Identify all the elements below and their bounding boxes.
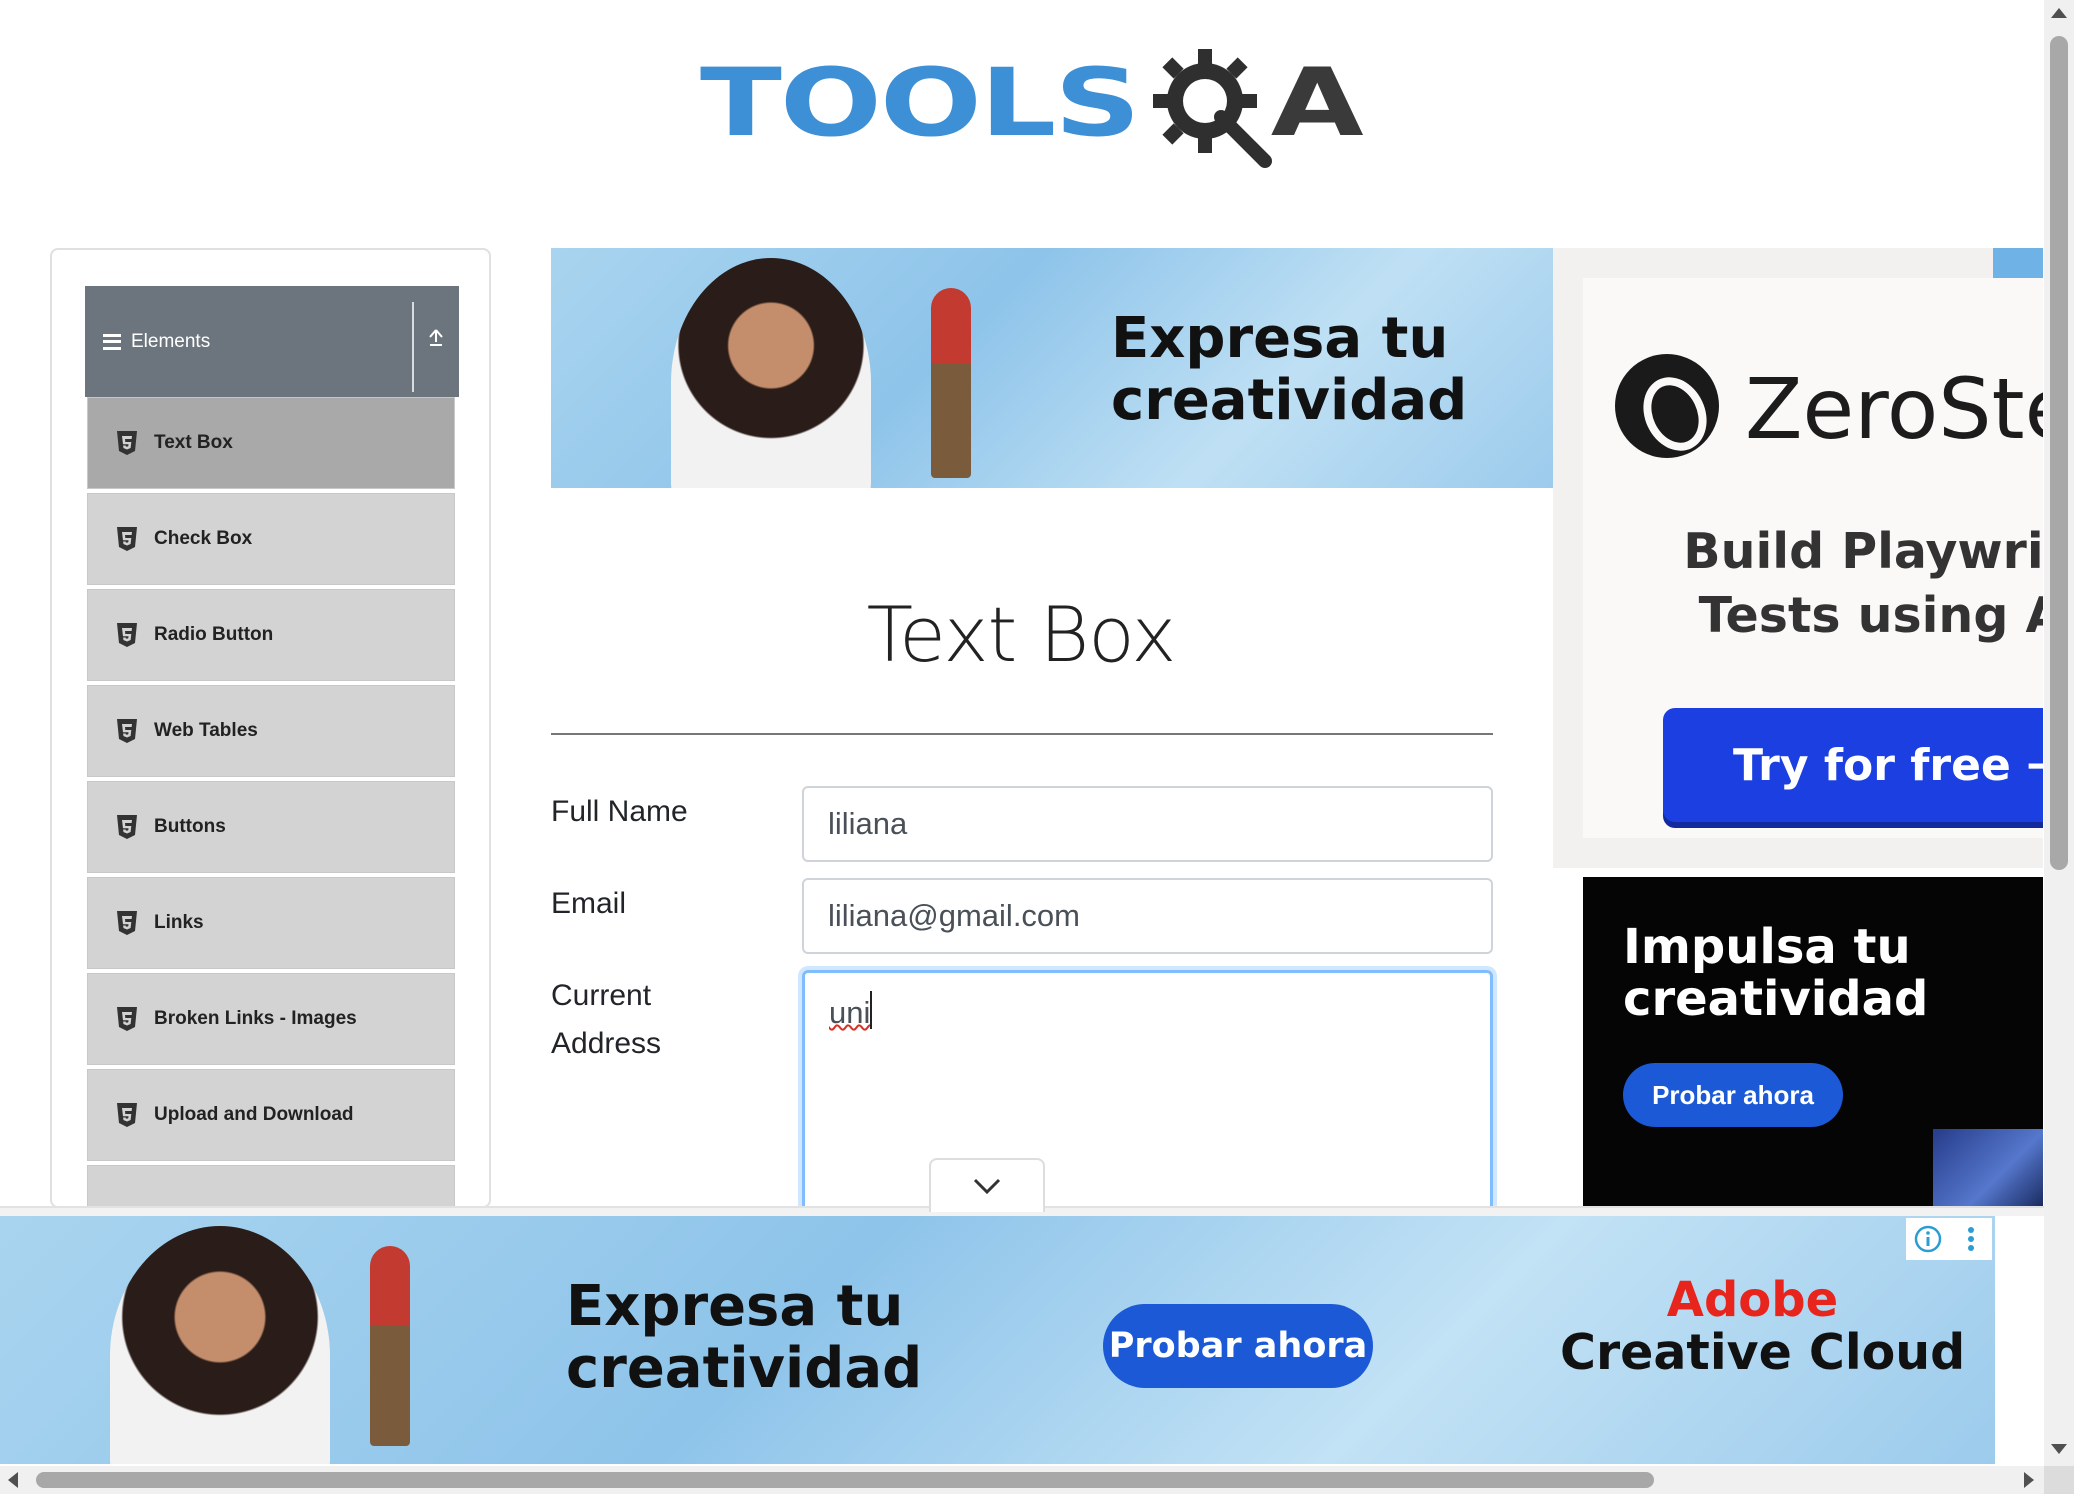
html5-icon	[117, 815, 137, 839]
bottom-ad-line1: Expresa tu	[566, 1274, 904, 1339]
hamburger-icon	[103, 333, 121, 350]
ad-info-icon[interactable]	[1906, 1218, 1949, 1260]
try-for-free-button[interactable]: Try for free →	[1663, 708, 2043, 822]
sidebar-item-label: Radio Button	[154, 624, 274, 645]
right-ad-adobe[interactable]: Impulsa tu creatividad Probar ahora	[1583, 877, 2043, 1207]
scroll-left-arrow-icon[interactable]	[8, 1472, 18, 1488]
current-address-label-line1: Current	[551, 979, 652, 1012]
sidebar-item-links[interactable]: Links	[87, 877, 455, 969]
ad-edge-stripe	[1993, 248, 2043, 278]
logo-qa: A	[1147, 39, 1364, 169]
title-divider	[551, 733, 1493, 735]
scroll-down-arrow-icon[interactable]	[2051, 1444, 2067, 1454]
full-name-input[interactable]: liliana	[802, 786, 1493, 862]
ad-headline-line2: creatividad	[1111, 367, 1468, 433]
ad-woman-image	[671, 258, 871, 488]
ad-doll-image	[370, 1246, 410, 1446]
sidebar-item-check-box[interactable]: Check Box	[87, 493, 455, 585]
zerostep-tagline: Build Playwrig Tests using A	[1651, 520, 2043, 648]
zerostep-brand: ZeroSte	[1745, 360, 2043, 458]
adobe-brand: Adobe	[1666, 1272, 1839, 1328]
current-address-label-line2: Address	[551, 1027, 662, 1060]
gear-magnifier-icon	[1152, 49, 1272, 168]
html5-icon	[117, 1103, 137, 1127]
probar-ahora-button-side[interactable]: Probar ahora	[1623, 1063, 1843, 1127]
probar-ahora-button[interactable]: Probar ahora	[1103, 1304, 1373, 1388]
ad-headline-line1: Expresa tu	[1111, 306, 1449, 371]
right-ad-zerostep[interactable]: ZeroSte Build Playwrig Tests using A Try…	[1553, 248, 2043, 868]
group-title: Elements	[131, 330, 211, 352]
logo-tools-text: TOOLS	[700, 49, 1141, 158]
adobe-ad-line1: Impulsa tu	[1623, 919, 1911, 975]
text-caret	[870, 991, 873, 1029]
full-name-value: liliana	[828, 806, 908, 841]
zerostep-tagline-line1: Build Playwrig	[1683, 523, 2043, 580]
sidebar-item-web-tables[interactable]: Web Tables	[87, 685, 455, 777]
header-divider	[412, 302, 414, 392]
bottom-anchor-ad[interactable]: Expresa tu creatividad Probar ahora Adob…	[0, 1216, 1995, 1464]
ad-choices	[1906, 1218, 1992, 1260]
sidebar-item-label: Upload and Download	[154, 1104, 354, 1125]
sidebar-item-label: Broken Links - Images	[154, 1008, 357, 1029]
adobe-ad-headline: Impulsa tu creatividad	[1623, 921, 1928, 1025]
ad-woman-image	[110, 1226, 330, 1464]
email-input[interactable]: liliana@gmail.com	[802, 878, 1493, 954]
html5-icon	[117, 1007, 137, 1031]
top-banner-ad[interactable]: Expresa tu creatividad	[551, 248, 1553, 488]
scrollbar-corner	[2044, 1466, 2074, 1494]
sidebar-item-label: Buttons	[154, 816, 226, 837]
current-address-label: Current Address	[551, 972, 661, 1068]
zerostep-tagline-line2: Tests using A	[1698, 587, 2043, 644]
zerostep-logo-icon	[1615, 354, 1719, 458]
html5-icon	[117, 431, 137, 455]
sidebar-item-label: Text Box	[154, 432, 233, 453]
email-value: liliana@gmail.com	[828, 898, 1080, 933]
sidebar-item-label: Links	[154, 912, 204, 933]
creative-cloud-brand: Creative Cloud	[1560, 1324, 1966, 1381]
sidebar-item-broken-links[interactable]: Broken Links - Images	[87, 973, 455, 1065]
horizontal-scroll-thumb[interactable]	[36, 1472, 1654, 1488]
sidebar-item-radio-button[interactable]: Radio Button	[87, 589, 455, 681]
scroll-up-arrow-icon[interactable]	[2051, 8, 2067, 18]
html5-icon	[117, 623, 137, 647]
sidebar-item-partial[interactable]	[87, 1165, 455, 1206]
sidebar-item-buttons[interactable]: Buttons	[87, 781, 455, 873]
collapse-arrow-icon[interactable]	[421, 326, 451, 356]
adobe-ad-line2: creatividad	[1623, 971, 1929, 1027]
anchor-ad-toggle[interactable]	[929, 1158, 1045, 1212]
ad-more-options-icon[interactable]	[1949, 1218, 1992, 1260]
scroll-right-arrow-icon[interactable]	[2024, 1472, 2034, 1488]
elements-group-header[interactable]: Elements	[85, 286, 459, 397]
ad-artwork-image	[1933, 1129, 2043, 1207]
vertical-scroll-thumb[interactable]	[2050, 36, 2068, 870]
ad-headline: Expresa tu creatividad	[1111, 308, 1467, 431]
bottom-ad-headline: Expresa tu creatividad	[566, 1276, 922, 1399]
left-panel: Elements Text Box Check Box Radio Button…	[50, 248, 491, 1208]
html5-icon	[117, 911, 137, 935]
current-address-value: uni	[829, 995, 871, 1030]
elements-menu: Text Box Check Box Radio Button Web Tabl…	[85, 397, 459, 1206]
current-address-textarea[interactable]: uni	[802, 970, 1493, 1230]
sidebar-item-upload-download[interactable]: Upload and Download	[87, 1069, 455, 1161]
toolsqa-logo[interactable]: TOOLS A	[700, 24, 1364, 184]
email-label: Email	[551, 887, 627, 920]
logo-a-text: A	[1270, 49, 1364, 158]
html5-icon	[117, 527, 137, 551]
vertical-scrollbar[interactable]	[2044, 0, 2074, 1466]
page-title: Text Box	[866, 590, 1177, 679]
sidebar-item-label: Check Box	[154, 528, 253, 549]
bottom-ad-line2: creatividad	[566, 1335, 923, 1401]
full-name-label: Full Name	[551, 795, 688, 828]
chevron-down-icon	[973, 1178, 1001, 1195]
ad-doll-image	[931, 288, 971, 478]
horizontal-scrollbar[interactable]	[0, 1466, 2044, 1494]
html5-icon	[117, 719, 137, 743]
sidebar-item-text-box[interactable]: Text Box	[87, 397, 455, 489]
sidebar-item-label: Web Tables	[154, 720, 258, 741]
